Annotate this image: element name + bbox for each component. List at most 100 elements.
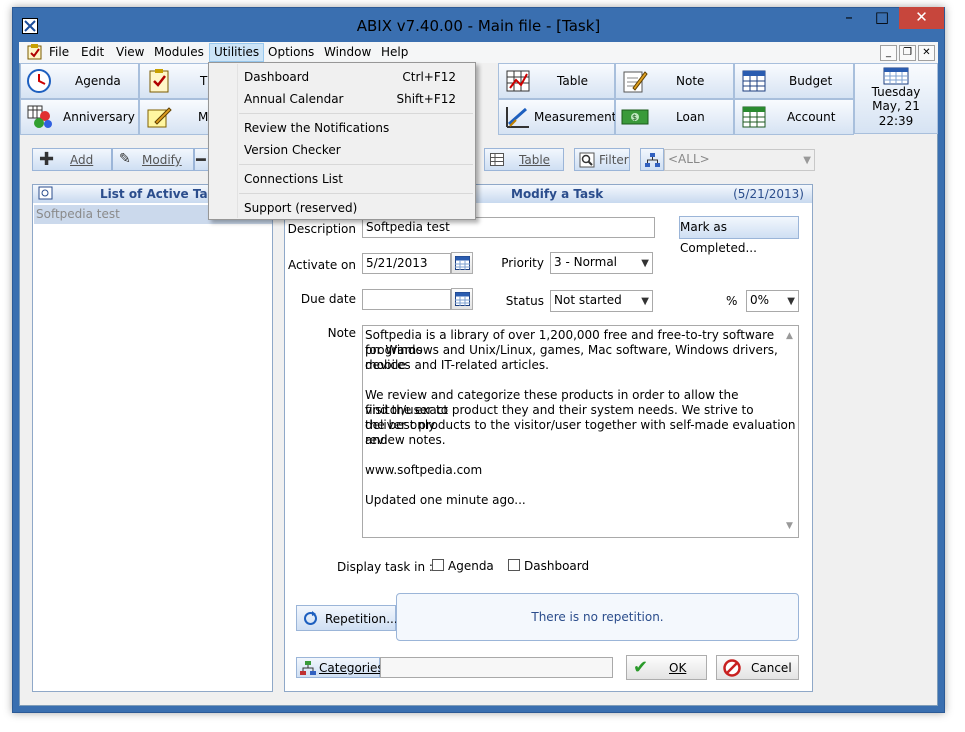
- scroll-up-icon[interactable]: ▲: [786, 329, 793, 344]
- toolbar-budget[interactable]: Budget: [734, 63, 854, 99]
- filter-icon: [579, 152, 595, 168]
- categories-field[interactable]: [380, 657, 613, 678]
- note-line: We review and categorize these products …: [365, 388, 739, 417]
- menu-modules[interactable]: Modules: [150, 43, 208, 62]
- account-grid-icon: [740, 104, 768, 130]
- activate-label: Activate on: [288, 258, 356, 272]
- priority-label: Priority: [501, 256, 544, 270]
- categories-tree-icon: [300, 660, 316, 676]
- calendar-small-icon: [455, 256, 470, 270]
- repetition-button[interactable]: Repetition...: [296, 605, 398, 631]
- menu-item-support[interactable]: Support (reserved): [210, 197, 474, 219]
- menu-item-review-notifications[interactable]: Review the Notifications: [210, 117, 474, 139]
- menu-item-version-checker[interactable]: Version Checker: [210, 139, 474, 161]
- toolbar-task[interactable]: T: [139, 63, 209, 99]
- task-form-title: Modify a Task: [511, 187, 604, 201]
- measurement-icon: [504, 104, 532, 130]
- budget-grid-icon: [740, 68, 768, 94]
- modify-button[interactable]: ✎ Modify: [112, 148, 194, 171]
- menu-help[interactable]: Help: [377, 43, 412, 62]
- due-date-label: Due date: [300, 292, 356, 306]
- note-textarea[interactable]: Softpedia is a library of over 1,200,000…: [362, 325, 799, 538]
- menu-item-label: Support (reserved): [244, 201, 358, 215]
- toolbar-anniversary[interactable]: Anniversary: [20, 99, 139, 135]
- title-bar[interactable]: ABIX v7.40.00 - Main file - [Task] – □ ✕: [12, 7, 945, 44]
- toolbar-measurement-label: Measurement: [534, 110, 617, 124]
- display-dashboard-label: Dashboard: [524, 559, 590, 573]
- add-button[interactable]: ✚ Add: [32, 148, 112, 171]
- scroll-down-icon[interactable]: ▼: [786, 519, 793, 534]
- toolbar-account[interactable]: Account: [734, 99, 854, 135]
- due-calendar-button[interactable]: [451, 288, 473, 310]
- menu-utilities[interactable]: Utilities: [209, 43, 265, 62]
- category-tree-button[interactable]: [640, 148, 664, 171]
- ok-button-label: OK: [669, 661, 687, 675]
- table-view-label: Table: [519, 153, 551, 167]
- categories-button-label: Categories: [319, 661, 384, 675]
- toolbar-note[interactable]: Note: [615, 63, 734, 99]
- categories-button[interactable]: Categories: [296, 657, 384, 678]
- ok-button[interactable]: ✔ OK: [626, 655, 707, 680]
- money-icon: $: [621, 104, 649, 130]
- menu-edit[interactable]: Edit: [77, 43, 108, 62]
- menu-item-connections-list[interactable]: Connections List: [210, 168, 474, 190]
- date-box[interactable]: Tuesday May, 21 22:39: [854, 63, 938, 134]
- close-icon[interactable]: ✕: [899, 7, 944, 29]
- minimize-icon[interactable]: –: [834, 7, 864, 29]
- menu-item-annual-calendar[interactable]: Annual Calendar Shift+F12: [210, 88, 474, 110]
- chevron-down-icon: ▼: [641, 258, 649, 269]
- note-line: devices and IT-related articles.: [365, 358, 549, 372]
- minus-icon: ━: [196, 150, 206, 169]
- cancel-button[interactable]: Cancel: [716, 655, 799, 680]
- repetition-info-text: There is no repetition.: [531, 610, 664, 624]
- repetition-button-label: Repetition...: [325, 612, 398, 626]
- window-title: ABIX v7.40.00 - Main file - [Task]: [356, 17, 601, 35]
- toolbar-measurement[interactable]: Measurement: [498, 99, 617, 135]
- maximize-icon[interactable]: □: [867, 7, 897, 29]
- activate-calendar-button[interactable]: [451, 252, 473, 274]
- due-date-field[interactable]: [362, 289, 451, 310]
- display-dashboard-checkbox[interactable]: [508, 559, 520, 571]
- menu-window[interactable]: Window: [320, 43, 375, 62]
- status-label: Status: [505, 294, 544, 308]
- category-filter-select[interactable]: <ALL> ▼: [664, 149, 815, 171]
- priority-select[interactable]: 3 - Normal ▼: [550, 252, 653, 274]
- note-pen-icon: [621, 68, 649, 94]
- menu-options[interactable]: Options: [264, 43, 318, 62]
- mdi-minimize-icon[interactable]: _: [880, 45, 897, 61]
- toolbar-budget-label: Budget: [789, 74, 833, 88]
- note-line: find the exact product they and their sy…: [365, 403, 754, 432]
- plus-icon: ✚: [39, 149, 55, 170]
- date-box-date: May, 21: [872, 99, 920, 113]
- mdi-close-icon[interactable]: ✕: [918, 45, 935, 61]
- toolbar-agenda[interactable]: Agenda: [20, 63, 139, 99]
- toolbar-memo[interactable]: M: [139, 99, 209, 135]
- task-form-date: (5/21/2013): [733, 187, 804, 201]
- menu-item-label: Review the Notifications: [244, 121, 390, 135]
- menu-item-label: Version Checker: [244, 143, 341, 157]
- activate-date-field[interactable]: 5/21/2013: [362, 253, 451, 274]
- toolbar-loan[interactable]: $ Loan: [615, 99, 734, 135]
- status-select[interactable]: Not started ▼: [550, 290, 653, 312]
- toolbar-table[interactable]: Table: [498, 63, 615, 99]
- table-view-button[interactable]: Table: [484, 148, 564, 171]
- description-field[interactable]: Softpedia test: [362, 217, 655, 238]
- toolbar-account-label: Account: [787, 110, 836, 124]
- menu-item-dashboard[interactable]: Dashboard Ctrl+F12: [210, 66, 474, 88]
- percent-select[interactable]: 0% ▼: [746, 290, 799, 312]
- mark-completed-button[interactable]: Mark as Completed...: [679, 216, 799, 255]
- file-icon: [27, 44, 42, 60]
- date-box-day: Tuesday: [871, 85, 921, 99]
- repeat-icon: [303, 611, 318, 626]
- list-item-label: Softpedia test: [36, 207, 120, 221]
- filter-button[interactable]: Filter: [574, 148, 630, 171]
- date-box-time: 22:39: [878, 114, 914, 128]
- display-agenda-checkbox[interactable]: [432, 559, 444, 571]
- note-line: [365, 448, 798, 463]
- menu-file[interactable]: File: [45, 43, 73, 62]
- clock-icon: [26, 68, 54, 94]
- note-scrollbar[interactable]: ▲ ▼: [782, 326, 798, 537]
- menu-view[interactable]: View: [112, 43, 148, 62]
- mdi-restore-icon[interactable]: ❐: [899, 45, 916, 61]
- percent-label: %: [726, 294, 738, 308]
